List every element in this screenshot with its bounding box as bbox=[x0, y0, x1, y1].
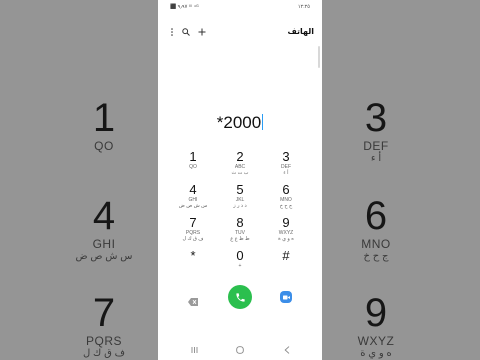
key-letters: QO bbox=[189, 164, 197, 170]
key-arabic: ج ح خ bbox=[279, 203, 293, 209]
app-title: الهاتف bbox=[287, 27, 314, 36]
top-bar: الهاتف bbox=[158, 24, 322, 40]
key-digit: 4 bbox=[189, 182, 197, 197]
background-key-arabic: أ ء bbox=[370, 153, 382, 164]
search-icon[interactable] bbox=[180, 24, 192, 40]
add-icon[interactable] bbox=[196, 24, 208, 40]
key-digit: 7 bbox=[189, 215, 197, 230]
key-digit: 1 bbox=[189, 149, 197, 164]
key-6[interactable]: 6 MNO ج ح خ bbox=[263, 182, 309, 210]
background-key-digit: 9 bbox=[364, 291, 388, 335]
key-arabic: د ذ ر ز bbox=[233, 203, 247, 209]
background-key-digit: 1 bbox=[92, 96, 116, 140]
background-key-3: 3 DEF أ ء bbox=[346, 96, 406, 165]
key-digit: 8 bbox=[236, 215, 244, 230]
call-actions bbox=[158, 285, 322, 309]
status-bar: ⬛ ٩٫٩٧ ᴵˡˡ ⁴ᴳ ١٢:٢٥ bbox=[158, 0, 322, 14]
key-arabic: ط ظ ع غ bbox=[230, 236, 250, 242]
key-3[interactable]: 3 DEF أ ء bbox=[263, 149, 309, 177]
recent-apps-icon[interactable] bbox=[187, 343, 201, 357]
key-8[interactable]: 8 TUV ط ظ ع غ bbox=[217, 215, 263, 243]
key-arabic: ه و ي ة bbox=[278, 236, 294, 242]
key-9[interactable]: 9 WXYZ ه و ي ة bbox=[263, 215, 309, 243]
key-arabic: س ش ص ض bbox=[178, 203, 208, 209]
navigation-bar bbox=[158, 343, 322, 357]
background-key-6: 6 MNO ج ح خ bbox=[346, 194, 406, 263]
key-7[interactable]: 7 PQRS ف ق ك ل bbox=[170, 215, 216, 243]
phone-screen: ⬛ ٩٫٩٧ ᴵˡˡ ⁴ᴳ ١٢:٢٥ الهاتف *2000 1 QO 2 … bbox=[158, 0, 322, 360]
background-key-letters: PQRS bbox=[85, 334, 122, 348]
key-5[interactable]: 5 JKL د ذ ر ز bbox=[217, 182, 263, 210]
key-4[interactable]: 4 GHI س ش ص ض bbox=[170, 182, 216, 210]
key-hash[interactable]: # bbox=[263, 249, 309, 263]
video-camera-icon bbox=[282, 295, 290, 299]
key-star[interactable]: * bbox=[170, 249, 216, 263]
background-key-letters: QO bbox=[94, 139, 114, 153]
call-button[interactable] bbox=[228, 285, 252, 309]
background-key-digit: 4 bbox=[92, 194, 116, 238]
key-arabic: أ ء bbox=[283, 170, 289, 176]
key-digit: 2 bbox=[236, 149, 244, 164]
more-icon[interactable] bbox=[166, 24, 178, 40]
key-digit: 3 bbox=[282, 149, 290, 164]
status-indicators: ⬛ ٩٫٩٧ ᴵˡˡ ⁴ᴳ bbox=[170, 4, 199, 10]
background-key-letters: DEF bbox=[363, 139, 389, 153]
background-key-letters: MNO bbox=[361, 237, 391, 251]
background-key-arabic: س ش ص ض bbox=[75, 251, 133, 262]
dialed-number: *2000 bbox=[216, 113, 262, 132]
back-icon[interactable] bbox=[280, 343, 294, 357]
screen: 1 QO 4 GHI س ش ص ض 7 PQRS ف ق ك ل 3 DEF … bbox=[0, 0, 480, 360]
background-key-letters: WXYZ bbox=[357, 334, 395, 348]
background-key-arabic: ج ح خ bbox=[363, 251, 389, 262]
status-time: ١٢:٢٥ bbox=[297, 4, 310, 10]
home-icon[interactable] bbox=[233, 343, 247, 357]
background-key-7: 7 PQRS ف ق ك ل bbox=[74, 291, 134, 360]
key-digit: 9 bbox=[282, 215, 290, 230]
text-cursor bbox=[262, 114, 264, 130]
key-digit: * bbox=[190, 248, 196, 263]
background-key-4: 4 GHI س ش ص ض bbox=[74, 194, 134, 263]
key-digit: 0 bbox=[236, 248, 244, 263]
key-letters: + bbox=[238, 263, 242, 269]
key-arabic: ب ت ث bbox=[231, 170, 249, 176]
background-key-letters: GHI bbox=[92, 237, 116, 251]
key-2[interactable]: 2 ABC ب ت ث bbox=[217, 149, 263, 177]
background-key-digit: 7 bbox=[92, 291, 116, 335]
backspace-icon[interactable] bbox=[188, 293, 198, 306]
key-0[interactable]: 0 + bbox=[217, 248, 263, 270]
scroll-indicator bbox=[318, 46, 320, 68]
phone-icon bbox=[235, 292, 245, 302]
key-digit: # bbox=[282, 248, 290, 263]
dialed-number-field[interactable]: *2000 bbox=[158, 113, 322, 133]
background-key-digit: 6 bbox=[364, 194, 388, 238]
key-digit: 6 bbox=[282, 182, 290, 197]
key-1[interactable]: 1 QO bbox=[170, 149, 216, 171]
key-digit: 5 bbox=[236, 182, 244, 197]
background-key-arabic: ه و ي ة bbox=[360, 348, 392, 359]
key-arabic: ف ق ك ل bbox=[182, 236, 204, 242]
background-key-1: 1 QO bbox=[74, 96, 134, 153]
background-key-9: 9 WXYZ ه و ي ة bbox=[346, 291, 406, 360]
background-key-arabic: ف ق ك ل bbox=[83, 348, 125, 359]
video-call-button[interactable] bbox=[280, 291, 292, 303]
background-key-digit: 3 bbox=[364, 96, 388, 140]
